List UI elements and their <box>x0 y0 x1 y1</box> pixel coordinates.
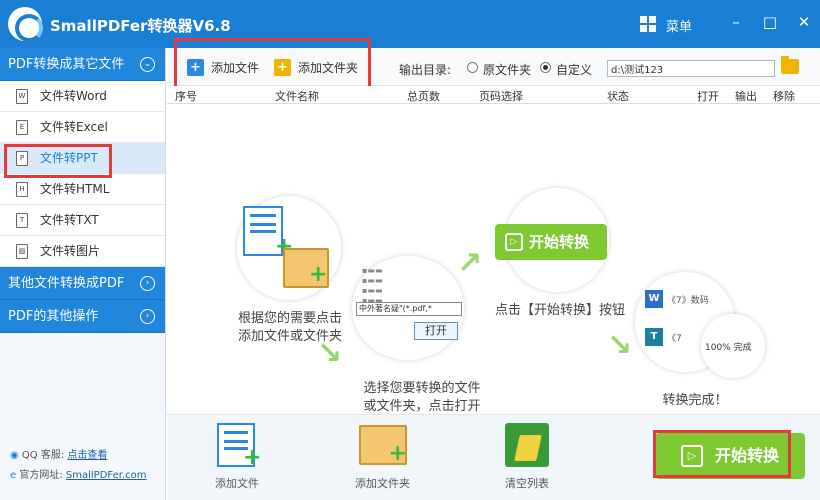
bottom-add-file-button[interactable]: + 添加文件 <box>213 421 261 491</box>
step3-circle: ▷ 开始转换 <box>495 188 609 292</box>
col-remove: 移除 <box>773 90 795 103</box>
maximize-button[interactable]: □ <box>756 10 784 34</box>
radio-custom-label: 自定义 <box>556 63 593 77</box>
col-open: 打开 <box>697 90 719 103</box>
app-logo-icon <box>8 7 43 42</box>
category-label: PDF的其他操作 <box>8 309 99 324</box>
step3-text: 点击【开始转换】按钮 <box>494 303 625 318</box>
col-pages: 总页数 <box>407 90 440 103</box>
image-file-icon: ▨ <box>16 244 28 259</box>
highlight-box <box>4 144 112 178</box>
app-title: SmallPDFer转换器V6.8 <box>50 17 231 35</box>
menu-button[interactable]: 菜单 <box>666 16 692 35</box>
step1-circle: + + <box>237 196 341 300</box>
file-list-preview: ▪▬▬ ▪▬▬ ▪▬▬ ▪▬▬ <box>362 266 383 305</box>
category-pdf-to-other[interactable]: PDF转换成其它文件 ⌄ <box>0 48 165 81</box>
sidebar-item-image[interactable]: ▨ 文件转图片 <box>0 236 165 267</box>
open-button-preview: 打开 <box>414 322 458 340</box>
menu-grid-icon[interactable] <box>640 16 656 32</box>
txt-icon: T <box>645 328 663 346</box>
word-file-icon: W <box>16 89 28 104</box>
sidebar-item-label: 文件转图片 <box>40 244 101 258</box>
ie-icon: e <box>10 470 17 481</box>
folder-icon[interactable] <box>781 56 799 74</box>
sidebar-item-label: 文件转Excel <box>40 120 108 134</box>
word-icon: W <box>645 290 663 308</box>
title-bar: SmallPDFer转换器V6.8 菜单 – □ ✕ <box>0 0 820 48</box>
guide-area: + + 根据您的需要点击 添加文件或文件夹 ↘ ▪▬▬ ▪▬▬ ▪▬▬ ▪▬▬ 中外著… <box>167 104 820 414</box>
category-other-to-pdf[interactable]: 其他文件转换成PDF › <box>0 267 165 300</box>
step2-circle: ▪▬▬ ▪▬▬ ▪▬▬ ▪▬▬ 中外著名疑"(*.pdf,* 打开 <box>352 256 464 360</box>
arrow-icon: ↘ <box>607 328 633 363</box>
sidebar-item-word[interactable]: W 文件转Word <box>0 81 165 112</box>
txt-file-icon: T <box>16 213 28 228</box>
category-pdf-other-ops[interactable]: PDF的其他操作 › <box>0 300 165 333</box>
progress-bubble: 100% 完成 <box>701 314 765 378</box>
bottom-add-folder-button[interactable]: + 添加文件夹 <box>355 421 410 491</box>
site-link[interactable]: SmallPDFer.com <box>66 470 147 481</box>
output-path-input[interactable] <box>607 60 775 77</box>
add-document-icon: + <box>213 421 261 470</box>
step2-text: 选择您要转换的文件 或文件夹，点击打开 <box>363 381 481 414</box>
excel-file-icon: E <box>16 120 28 135</box>
category-label: 其他文件转换成PDF <box>8 276 125 291</box>
html-file-icon: H <box>16 182 28 197</box>
output-dir-label: 输出目录: <box>399 63 452 77</box>
sidebar-item-excel[interactable]: E 文件转Excel <box>0 112 165 143</box>
arrow-icon: ↗ <box>457 246 483 281</box>
qq-icon: ◉ <box>10 450 19 461</box>
highlight-box <box>653 430 791 478</box>
close-button[interactable]: ✕ <box>790 10 818 34</box>
sidebar: PDF转换成其它文件 ⌄ W 文件转Word E 文件转Excel P 文件转P… <box>0 48 166 500</box>
sidebar-item-label: 文件转Word <box>40 89 107 103</box>
play-icon: ▷ <box>505 233 523 251</box>
qq-support: ◉ QQ 客服: 点击查看 <box>10 450 108 461</box>
start-convert-preview: ▷ 开始转换 <box>495 224 607 260</box>
sidebar-item-label: 文件转HTML <box>40 182 110 196</box>
radio-original-folder[interactable] <box>467 62 478 73</box>
broom-icon <box>503 421 551 469</box>
col-status: 状态 <box>607 90 629 103</box>
official-site: e 官方网址: SmallPDFer.com <box>10 470 147 481</box>
arrow-icon: ↘ <box>317 336 343 371</box>
sidebar-item-label: 文件转TXT <box>40 213 99 227</box>
clear-list-button[interactable]: 清空列表 <box>503 421 551 491</box>
minimize-button[interactable]: – <box>722 10 750 34</box>
file-type-field: 中外著名疑"(*.pdf,* <box>356 302 462 316</box>
chevron-right-icon: › <box>140 309 155 324</box>
col-page-select: 页码选择 <box>479 90 523 103</box>
col-name: 文件名称 <box>275 90 319 103</box>
sidebar-item-txt[interactable]: T 文件转TXT <box>0 205 165 236</box>
radio-original-label: 原文件夹 <box>483 63 532 77</box>
chevron-down-icon: ⌄ <box>140 57 155 72</box>
qq-link[interactable]: 点击查看 <box>67 450 107 461</box>
radio-custom[interactable] <box>540 62 551 73</box>
plus-icon: + <box>309 262 328 287</box>
sidebar-item-html[interactable]: H 文件转HTML <box>0 174 165 205</box>
chevron-right-icon: › <box>140 276 155 291</box>
col-index: 序号 <box>175 90 197 103</box>
category-label: PDF转换成其它文件 <box>8 57 125 72</box>
add-folder-icon: + <box>358 421 407 469</box>
step4-text: 转换完成！ <box>662 393 728 408</box>
file-table-header: 序号 文件名称 总页数 页码选择 状态 打开 输出 移除 <box>167 86 820 104</box>
col-output: 输出 <box>735 90 757 103</box>
